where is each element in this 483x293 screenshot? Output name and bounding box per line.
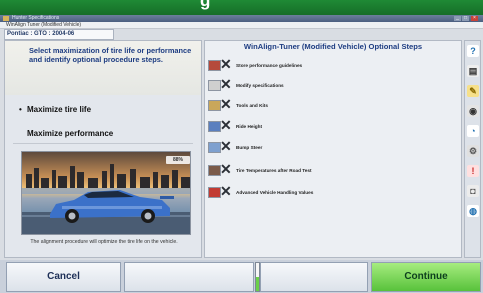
optional-step-row[interactable]: ✕ Modify specifications bbox=[208, 76, 388, 94]
maximize-button[interactable]: □ bbox=[462, 16, 469, 21]
optional-step-row[interactable]: ✕ Ride Height bbox=[208, 117, 388, 135]
continue-button[interactable]: Continue bbox=[371, 262, 481, 292]
car-image: 88% bbox=[21, 151, 191, 235]
divider bbox=[13, 143, 193, 144]
image-caption: The alignment procedure will optimize th… bbox=[30, 239, 178, 245]
unselected-x-icon[interactable]: ✕ bbox=[220, 117, 232, 133]
minimize-button[interactable]: _ bbox=[454, 16, 461, 21]
optional-steps-title: WinAlign-Tuner (Modified Vehicle) Option… bbox=[243, 42, 423, 51]
top-banner: g bbox=[0, 0, 483, 15]
option-maximize-tire-life[interactable]: • Maximize tire life bbox=[5, 100, 201, 119]
city-skyline bbox=[26, 164, 190, 188]
option-label: Maximize performance bbox=[27, 129, 114, 138]
blank-softkey-3[interactable] bbox=[260, 262, 368, 292]
printer-icon[interactable]: ▤ bbox=[467, 65, 479, 77]
application-window: Hunter Specifications _ □ × WinAlign Tun… bbox=[0, 15, 483, 293]
unselected-x-icon[interactable]: ✕ bbox=[220, 56, 232, 72]
camera-icon[interactable]: ◘ bbox=[467, 185, 479, 197]
cancel-button[interactable]: Cancel bbox=[6, 262, 121, 292]
unselected-x-icon[interactable]: ✕ bbox=[220, 76, 232, 92]
app-icon bbox=[3, 16, 9, 21]
optional-step-row[interactable]: ✕ Store performance guidelines bbox=[208, 56, 388, 74]
selected-bullet-icon: • bbox=[19, 105, 22, 114]
options-panel: Select maximization of tire life or perf… bbox=[4, 40, 202, 258]
city-and-car-illustration bbox=[22, 164, 190, 234]
menu-text[interactable]: WinAlign Tuner (Modified Vehicle) bbox=[6, 22, 81, 28]
unselected-x-icon[interactable]: ✕ bbox=[220, 161, 232, 177]
wrench-icon[interactable]: ⚙ bbox=[467, 145, 479, 157]
tire-icon[interactable]: ◉ bbox=[467, 105, 479, 117]
help-icon[interactable]: ? bbox=[467, 45, 479, 57]
option-maximize-performance[interactable]: Maximize performance bbox=[5, 124, 201, 143]
instructions-text: Select maximization of tire life or perf… bbox=[5, 41, 201, 95]
unselected-x-icon[interactable]: ✕ bbox=[220, 138, 232, 154]
vehicle-label: Pontiac : GTO : 2004-06 bbox=[4, 29, 114, 40]
banner-partial-text: g bbox=[200, 0, 211, 10]
optional-step-label: Advanced Vehicle Handling Values bbox=[236, 190, 314, 195]
optional-step-row[interactable]: ✕ Bump Steer bbox=[208, 138, 388, 156]
optional-step-label: Modify specifications bbox=[236, 83, 284, 88]
blank-softkey-2[interactable] bbox=[124, 262, 254, 292]
unselected-x-icon[interactable]: ✕ bbox=[220, 96, 232, 112]
optional-step-row[interactable]: ✕ Advanced Vehicle Handling Values bbox=[208, 183, 388, 201]
bottom-button-bar: Cancel Continue bbox=[0, 260, 483, 293]
alert-icon[interactable]: ! bbox=[467, 165, 479, 177]
optional-step-row[interactable]: ✕ Tools and Kits bbox=[208, 96, 388, 114]
globe-icon[interactable]: ◍ bbox=[467, 205, 479, 217]
window-title: Hunter Specifications bbox=[12, 15, 60, 21]
optional-step-label: Bump Steer bbox=[236, 145, 263, 150]
optional-step-label: Tire Temperatures after Road Test bbox=[236, 168, 312, 173]
gauge-icon[interactable]: ◔ bbox=[467, 125, 479, 137]
optional-steps-panel: WinAlign-Tuner (Modified Vehicle) Option… bbox=[204, 40, 462, 258]
menu-bar: WinAlign Tuner (Modified Vehicle) bbox=[0, 22, 483, 29]
option-label: Maximize tire life bbox=[27, 105, 92, 114]
window-titlebar: Hunter Specifications _ □ × bbox=[0, 15, 483, 22]
pencil-icon[interactable]: ✎ bbox=[467, 85, 479, 97]
optional-step-label: Tools and Kits bbox=[236, 103, 268, 108]
optional-step-row[interactable]: ✕ Tire Temperatures after Road Test bbox=[208, 161, 388, 179]
close-button[interactable]: × bbox=[471, 16, 478, 21]
optional-step-label: Store performance guidelines bbox=[236, 63, 303, 68]
unselected-x-icon[interactable]: ✕ bbox=[220, 183, 232, 199]
optional-step-label: Ride Height bbox=[236, 124, 263, 129]
side-toolbar: ? ▤ ✎ ◉ ◔ ⚙! ◘ ◍ bbox=[464, 40, 481, 258]
image-badge: 88% bbox=[166, 156, 190, 164]
